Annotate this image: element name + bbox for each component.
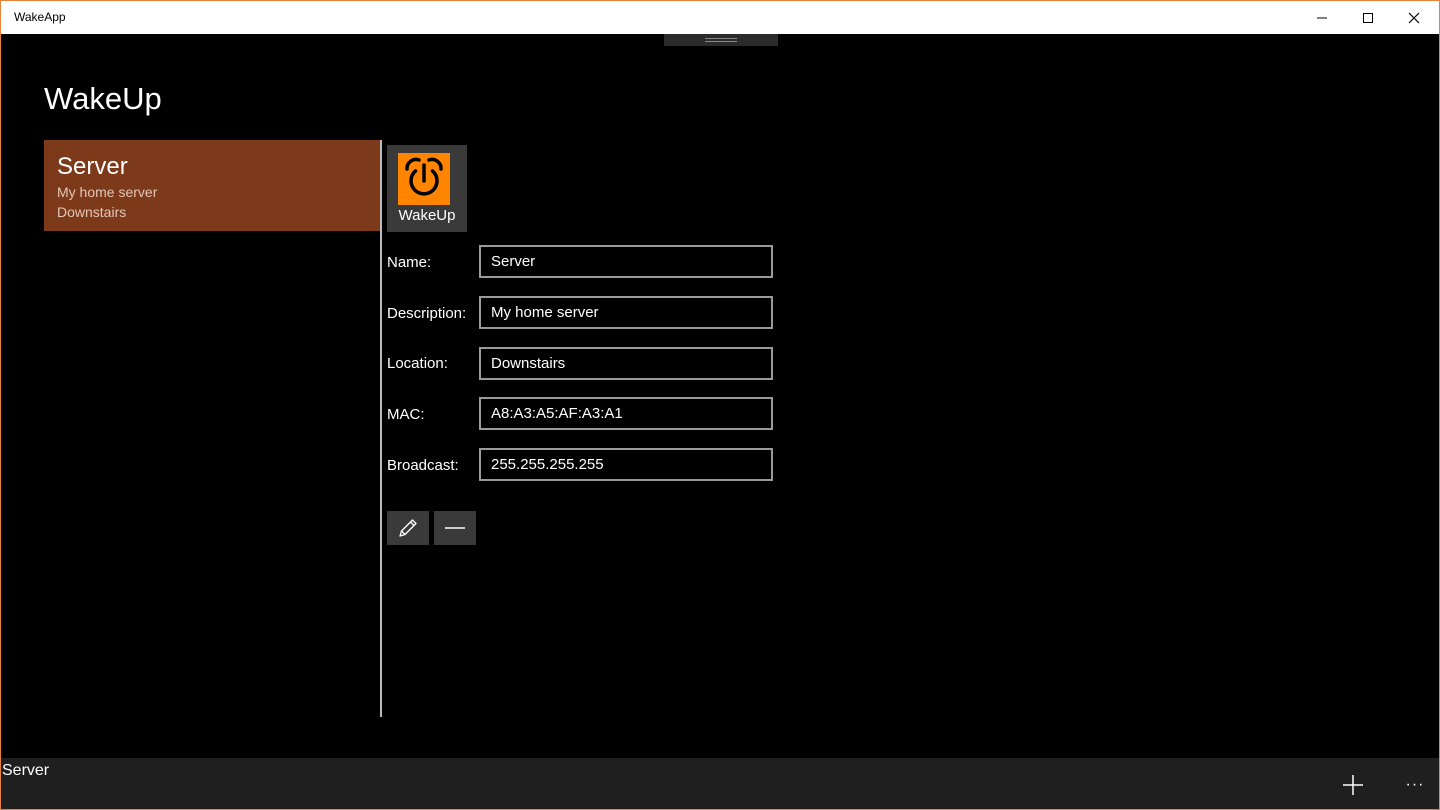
more-button[interactable]: ··· xyxy=(1393,770,1437,800)
grip-line xyxy=(705,41,737,42)
remove-button[interactable] xyxy=(434,511,476,545)
minimize-icon xyxy=(1317,17,1327,18)
minimize-button[interactable] xyxy=(1299,1,1345,34)
broadcast-label: Broadcast: xyxy=(387,457,459,474)
location-field[interactable] xyxy=(479,347,773,380)
pencil-icon xyxy=(399,519,417,537)
device-description: My home server xyxy=(57,184,158,200)
app-window: WakeApp WakeUp Server My home server Dow… xyxy=(0,0,1440,810)
maximize-button[interactable] xyxy=(1345,1,1391,34)
name-label: Name: xyxy=(387,254,432,271)
device-name: Server xyxy=(57,153,128,180)
wakeup-label: WakeUp xyxy=(398,207,456,224)
edit-button[interactable] xyxy=(387,511,429,545)
description-label: Description: xyxy=(387,305,467,322)
add-device-button[interactable] xyxy=(1331,765,1375,805)
broadcast-field[interactable] xyxy=(479,448,773,481)
app-bar-status: Server xyxy=(2,762,50,779)
location-label: Location: xyxy=(387,355,448,372)
close-button[interactable] xyxy=(1391,1,1437,34)
maximize-icon xyxy=(1363,12,1373,23)
device-list: Server My home server Downstairs xyxy=(44,140,380,231)
title-bar: WakeApp xyxy=(1,1,1439,34)
minus-icon xyxy=(445,527,465,529)
device-list-item[interactable]: Server My home server Downstairs xyxy=(44,140,380,231)
drag-handle[interactable] xyxy=(664,34,778,46)
mac-label: MAC: xyxy=(387,406,425,423)
page-title: WakeUp xyxy=(44,81,162,116)
close-icon xyxy=(1408,12,1420,23)
description-field[interactable] xyxy=(479,296,773,329)
grip-line xyxy=(705,38,737,39)
device-location: Downstairs xyxy=(57,204,127,220)
plus-icon xyxy=(1343,775,1363,795)
power-alarm-icon xyxy=(398,153,450,205)
app-bar: Server ··· xyxy=(1,758,1439,809)
mac-field[interactable] xyxy=(479,397,773,430)
wakeup-button[interactable]: WakeUp xyxy=(387,145,467,232)
window-title: WakeApp xyxy=(14,10,66,24)
name-field[interactable] xyxy=(479,245,773,278)
pane-splitter[interactable] xyxy=(380,140,382,717)
